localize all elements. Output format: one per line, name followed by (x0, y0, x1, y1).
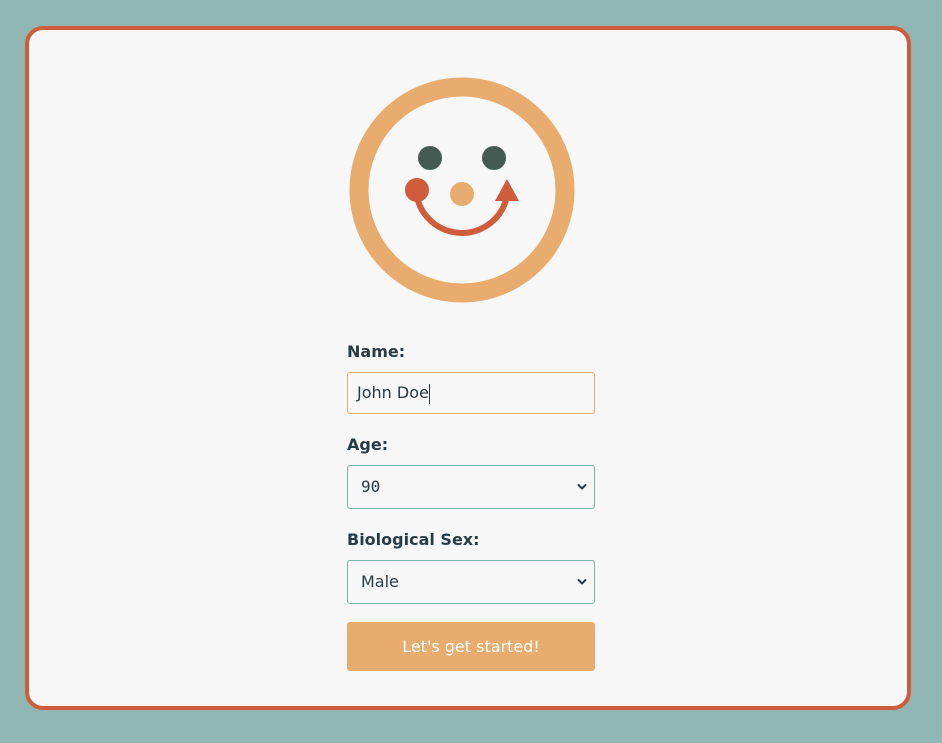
sex-select[interactable]: Male (347, 560, 595, 604)
chevron-down-icon (577, 579, 587, 585)
smiley-logo-icon (349, 77, 575, 303)
chevron-down-icon (577, 484, 587, 490)
nose (450, 182, 474, 206)
get-started-button[interactable]: Let's get started! (347, 622, 595, 671)
right-eye (482, 146, 506, 170)
text-caret (428, 383, 430, 404)
name-label: Name: (347, 342, 406, 361)
name-input[interactable]: John Doe (347, 372, 595, 414)
sex-label: Biological Sex: (347, 530, 480, 549)
smile-start-dot (405, 178, 429, 202)
sex-select-value: Male (361, 572, 399, 591)
onboarding-card: Name: John Doe Age: 90 Biological Sex: M… (25, 26, 911, 710)
age-select-value: 90 (361, 477, 381, 496)
profile-form: Name: John Doe Age: 90 Biological Sex: M… (347, 342, 595, 671)
left-eye (418, 146, 442, 170)
name-input-value: John Doe (357, 383, 429, 402)
age-label: Age: (347, 435, 389, 454)
age-select[interactable]: 90 (347, 465, 595, 509)
smile-arrowhead (495, 179, 519, 201)
